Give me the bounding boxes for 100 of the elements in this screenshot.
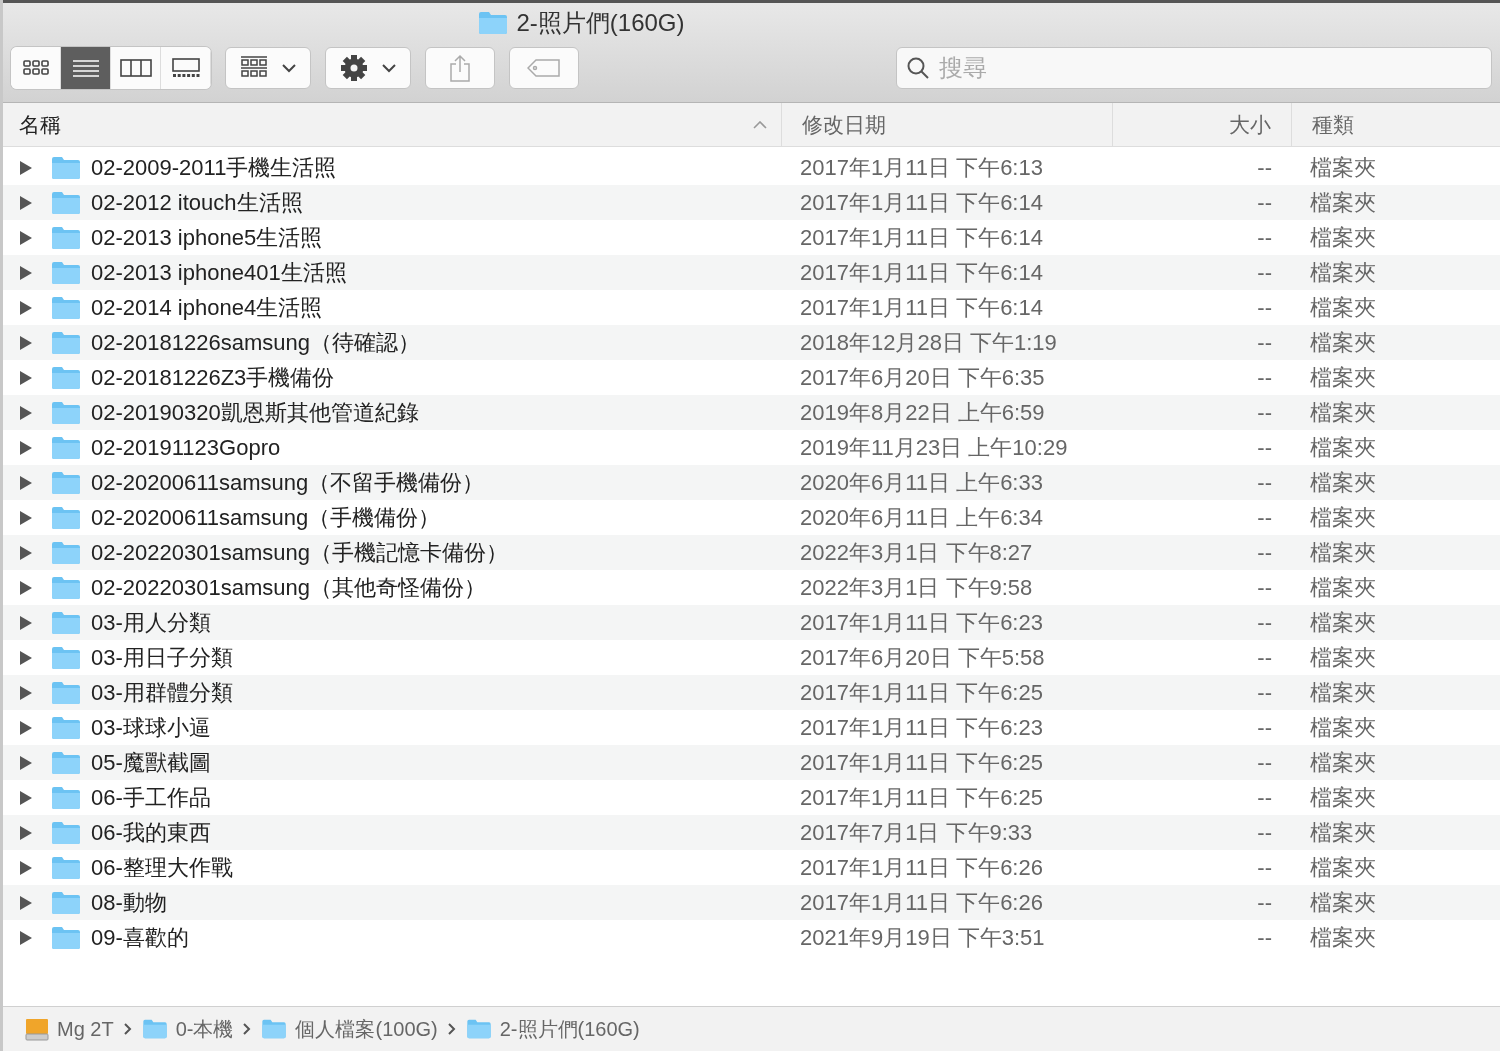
group-button[interactable] bbox=[225, 47, 311, 89]
disclosure-triangle-icon[interactable] bbox=[19, 824, 33, 841]
disclosure-triangle-icon[interactable] bbox=[19, 404, 33, 421]
file-name: 02-20220301samsung（其他奇怪備份） bbox=[91, 573, 486, 602]
file-kind: 檔案夾 bbox=[1310, 853, 1376, 882]
folder-icon bbox=[51, 400, 81, 425]
share-icon bbox=[448, 54, 472, 82]
folder-icon bbox=[51, 645, 81, 670]
folder-icon bbox=[51, 925, 81, 950]
disclosure-triangle-icon[interactable] bbox=[19, 509, 33, 526]
modified-date: 2017年6月20日 下午6:35 bbox=[800, 363, 1045, 392]
disclosure-triangle-icon[interactable] bbox=[19, 194, 33, 211]
modified-date: 2017年1月11日 下午6:25 bbox=[800, 678, 1043, 707]
column-header[interactable]: 名稱 bbox=[3, 103, 782, 146]
file-size: -- bbox=[1257, 189, 1272, 216]
modified-date: 2017年1月11日 下午6:26 bbox=[800, 853, 1043, 882]
disclosure-triangle-icon[interactable] bbox=[19, 474, 33, 491]
path-item[interactable]: 個人檔案(100G) bbox=[261, 1015, 438, 1043]
file-size: -- bbox=[1257, 924, 1272, 951]
file-size: -- bbox=[1257, 364, 1272, 391]
modified-date: 2017年1月11日 下午6:14 bbox=[800, 258, 1043, 287]
folder-icon bbox=[261, 1019, 288, 1039]
folder-icon bbox=[51, 610, 81, 635]
folder-icon bbox=[51, 785, 81, 810]
file-kind: 檔案夾 bbox=[1310, 398, 1376, 427]
disclosure-triangle-icon[interactable] bbox=[19, 754, 33, 771]
modified-date: 2017年1月11日 下午6:25 bbox=[800, 783, 1043, 812]
file-size: -- bbox=[1257, 434, 1272, 461]
disclosure-triangle-icon[interactable] bbox=[19, 684, 33, 701]
disclosure-triangle-icon[interactable] bbox=[19, 719, 33, 736]
list-icon bbox=[71, 58, 100, 78]
columns-icon bbox=[119, 58, 152, 78]
action-button[interactable] bbox=[325, 47, 411, 89]
view-mode-button[interactable] bbox=[11, 47, 61, 89]
disclosure-triangle-icon[interactable] bbox=[19, 264, 33, 281]
file-size: -- bbox=[1257, 259, 1272, 286]
column-header[interactable]: 種類 bbox=[1292, 103, 1500, 146]
disclosure-triangle-icon[interactable] bbox=[19, 439, 33, 456]
disclosure-triangle-icon[interactable] bbox=[19, 159, 33, 176]
modified-date: 2022年3月1日 下午8:27 bbox=[800, 538, 1033, 567]
modified-date: 2018年12月28日 下午1:19 bbox=[800, 328, 1057, 357]
file-name: 02-20181226samsung（待確認） bbox=[91, 328, 420, 357]
file-name: 09-喜歡的 bbox=[91, 923, 189, 952]
disclosure-triangle-icon[interactable] bbox=[19, 229, 33, 246]
file-kind: 檔案夾 bbox=[1310, 223, 1376, 252]
modified-date: 2019年8月22日 上午6:59 bbox=[800, 398, 1045, 427]
disclosure-triangle-icon[interactable] bbox=[19, 649, 33, 666]
search-icon bbox=[906, 56, 930, 80]
disclosure-triangle-icon[interactable] bbox=[19, 334, 33, 351]
path-item[interactable]: 2-照片們(160G) bbox=[465, 1015, 640, 1043]
disclosure-triangle-icon[interactable] bbox=[19, 579, 33, 596]
disclosure-triangle-icon[interactable] bbox=[19, 299, 33, 316]
file-size: -- bbox=[1257, 574, 1272, 601]
file-name: 02-2013 iphone5生活照 bbox=[91, 223, 323, 252]
file-name: 06-我的東西 bbox=[91, 818, 211, 847]
disclosure-triangle-icon[interactable] bbox=[19, 859, 33, 876]
file-name: 02-2012 itouch生活照 bbox=[91, 188, 303, 217]
chevron-right-icon bbox=[243, 1023, 252, 1035]
column-header[interactable]: 修改日期 bbox=[782, 103, 1113, 146]
file-kind: 檔案夾 bbox=[1310, 643, 1376, 672]
folder-icon bbox=[51, 540, 81, 565]
modified-date: 2022年3月1日 下午9:58 bbox=[800, 573, 1033, 602]
file-kind: 檔案夾 bbox=[1310, 748, 1376, 777]
file-name: 06-整理大作戰 bbox=[91, 853, 233, 882]
folder-icon bbox=[51, 855, 81, 880]
folder-icon bbox=[141, 1019, 168, 1039]
modified-date: 2020年6月11日 上午6:34 bbox=[800, 503, 1043, 532]
file-kind: 檔案夾 bbox=[1310, 433, 1376, 462]
file-size: -- bbox=[1257, 329, 1272, 356]
disclosure-triangle-icon[interactable] bbox=[19, 789, 33, 806]
file-name: 03-球球小逼 bbox=[91, 713, 211, 742]
folder-icon bbox=[51, 330, 81, 355]
path-item[interactable]: 0-本機 bbox=[141, 1015, 234, 1043]
column-header[interactable]: 大小 bbox=[1113, 103, 1292, 146]
path-item[interactable]: Mg 2T bbox=[25, 1017, 114, 1041]
folder-icon bbox=[478, 11, 509, 35]
file-kind: 檔案夾 bbox=[1310, 538, 1376, 567]
file-name: 06-手工作品 bbox=[91, 783, 211, 812]
disclosure-triangle-icon[interactable] bbox=[19, 369, 33, 386]
file-name: 05-魔獸截圖 bbox=[91, 748, 211, 777]
disclosure-triangle-icon[interactable] bbox=[19, 544, 33, 561]
gallery-icon bbox=[171, 58, 200, 78]
folder-icon bbox=[51, 190, 81, 215]
view-mode-button[interactable] bbox=[61, 47, 111, 89]
folder-icon bbox=[51, 575, 81, 600]
chevron-right-icon bbox=[447, 1023, 456, 1035]
file-kind: 檔案夾 bbox=[1310, 923, 1376, 952]
disclosure-triangle-icon[interactable] bbox=[19, 614, 33, 631]
icon-grid-icon bbox=[21, 58, 50, 78]
file-kind: 檔案夾 bbox=[1310, 468, 1376, 497]
folder-icon bbox=[51, 365, 81, 390]
folder-icon bbox=[51, 225, 81, 250]
file-name: 03-用日子分類 bbox=[91, 643, 233, 672]
disclosure-triangle-icon[interactable] bbox=[19, 929, 33, 946]
modified-date: 2017年1月11日 下午6:23 bbox=[800, 713, 1043, 742]
search-field[interactable]: 搜尋 bbox=[896, 47, 1492, 89]
disclosure-triangle-icon[interactable] bbox=[19, 894, 33, 911]
file-kind: 檔案夾 bbox=[1310, 328, 1376, 357]
modified-date: 2017年1月11日 下午6:26 bbox=[800, 888, 1043, 917]
file-kind: 檔案夾 bbox=[1310, 153, 1376, 182]
